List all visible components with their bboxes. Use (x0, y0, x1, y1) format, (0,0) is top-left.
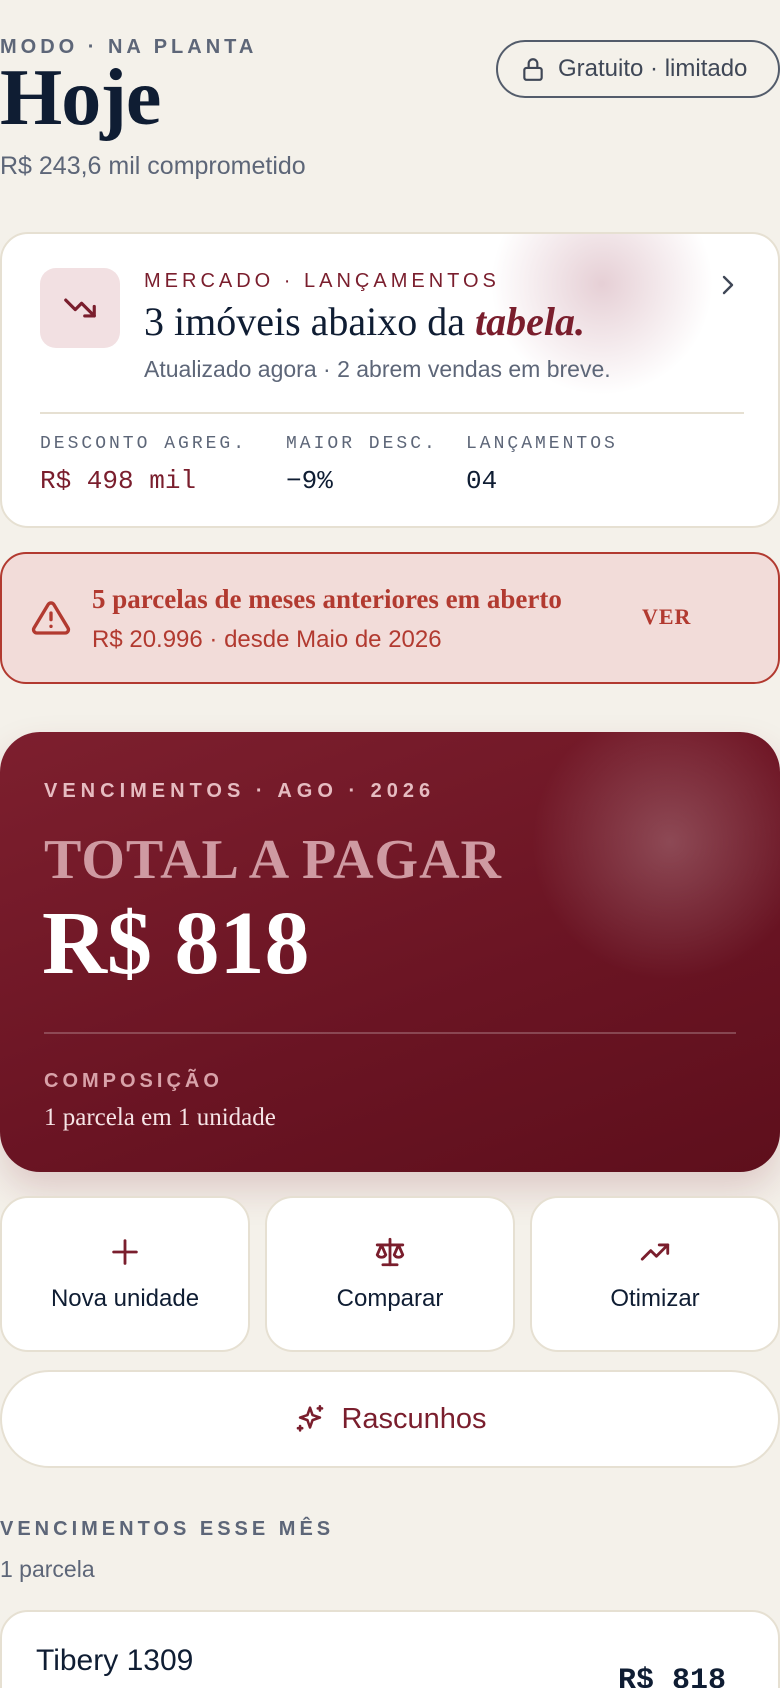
hero-total: R$ 818 (42, 894, 310, 993)
plan-badge-label: Gratuito · limitado (558, 55, 748, 82)
stat-value: R$ 498 mil (40, 466, 197, 496)
warning-icon (31, 601, 71, 635)
stat-launches: LANÇAMENTOS 04 (466, 434, 618, 496)
alert-view-button[interactable]: VER (642, 604, 691, 630)
optimize-button[interactable]: Otimizar (530, 1196, 780, 1352)
action-label: Otimizar (610, 1285, 700, 1312)
stat-label: DESCONTO AGREG. (40, 434, 248, 454)
action-label: Comparar (336, 1285, 444, 1312)
due-item-name: Tibery 1309 (36, 1644, 194, 1677)
hero-eyebrow: VENCIMENTOS · AGO · 2026 (44, 780, 436, 802)
trending-down-icon (64, 298, 96, 318)
market-eyebrow: MERCADO · LANÇAMENTOS (144, 270, 500, 292)
due-section-title: VENCIMENTOS ESSE MÊS (0, 1518, 335, 1540)
stat-label: MAIOR DESC. (286, 434, 438, 454)
hero-composition-value: 1 parcela em 1 unidade (44, 1104, 276, 1131)
hero-glow (520, 732, 780, 992)
stat-label: LANÇAMENTOS (466, 434, 618, 454)
drafts-button[interactable]: Rascunhos (0, 1370, 780, 1468)
compare-button[interactable]: Comparar (265, 1196, 515, 1352)
alert-title: 5 parcelas de meses anteriores em aberto (92, 584, 562, 614)
scale-icon (375, 1237, 405, 1267)
market-headline-text: 3 imóveis abaixo da (144, 299, 476, 344)
hero-divider (44, 1032, 736, 1034)
chevron-right-icon[interactable] (716, 270, 740, 300)
market-icon-tile (40, 268, 120, 348)
market-divider (40, 412, 744, 414)
stat-value: −9% (286, 466, 333, 496)
stat-max-discount: MAIOR DESC. −9% (286, 434, 438, 496)
hero-composition-label: COMPOSIÇÃO (44, 1070, 223, 1092)
lock-icon (523, 58, 543, 81)
alert-subtitle: R$ 20.996 · desde Maio de 2026 (92, 626, 442, 653)
payment-hero-card: VENCIMENTOS · AGO · 2026 TOTAL A PAGAR R… (0, 732, 780, 1172)
due-item-amount: R$ 818 (618, 1664, 727, 1688)
drafts-label: Rascunhos (341, 1402, 487, 1435)
list-item[interactable]: Tibery 1309 R$ 818 (0, 1610, 780, 1688)
committed-amount: R$ 243,6 mil comprometido (0, 152, 306, 180)
sparkles-icon (297, 1404, 324, 1432)
trending-up-icon (640, 1243, 670, 1261)
page-title: Hoje (0, 54, 161, 142)
market-headline: 3 imóveis abaixo da tabela. (144, 298, 585, 345)
stat-aggregate-discount: DESCONTO AGREG. R$ 498 mil (40, 434, 247, 496)
hero-label: TOTAL A PAGAR (44, 829, 502, 891)
overdue-alert[interactable]: 5 parcelas de meses anteriores em aberto… (0, 552, 780, 684)
due-section-count: 1 parcela (0, 1556, 95, 1582)
plan-badge-button[interactable]: Gratuito · limitado (496, 40, 780, 98)
market-card[interactable]: MERCADO · LANÇAMENTOS 3 imóveis abaixo d… (0, 232, 780, 528)
stat-value: 04 (466, 466, 498, 496)
action-label: Nova unidade (50, 1285, 200, 1312)
plus-icon (112, 1239, 138, 1265)
market-headline-emphasis: tabela. (475, 299, 586, 344)
market-note: Atualizado agora · 2 abrem vendas em bre… (144, 356, 611, 382)
new-unit-button[interactable]: Nova unidade (0, 1196, 250, 1352)
